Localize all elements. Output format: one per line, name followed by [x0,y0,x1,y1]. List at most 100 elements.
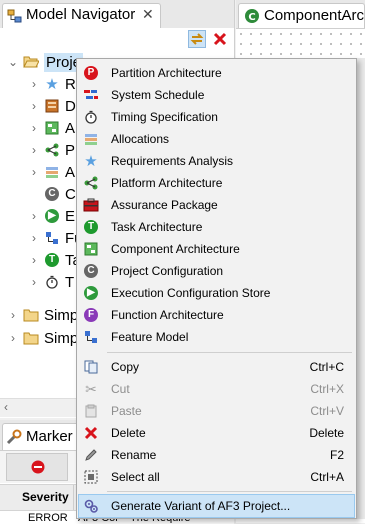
menu-item-project-configuration[interactable]: C Project Configuration [79,260,354,282]
component-icon [44,120,60,136]
menu-item-delete[interactable]: Delete Delete [79,422,354,444]
error-icon [31,460,45,477]
folder-icon [23,307,39,323]
select-all-icon [83,469,99,485]
folder-icon [23,330,39,346]
execution-icon: ▶ [44,208,60,224]
tree-item[interactable]: › P [28,139,75,161]
tree-item-label: R [65,75,76,93]
stopwatch-icon [44,274,60,290]
menu-item-cut[interactable]: ✂ Cut Ctrl+X [79,378,354,400]
menu-item-allocations[interactable]: Allocations [79,128,354,150]
tree-item-label: T [65,273,75,291]
tree-item[interactable]: › ★ R [28,73,76,95]
tree-item[interactable]: › A [28,161,75,183]
stopwatch-icon [83,109,99,125]
feature-icon [44,230,60,246]
scroll-left-arrow-icon[interactable]: ‹ [4,400,8,414]
menu-item-system-schedule[interactable]: System Schedule [79,84,354,106]
allocation-icon [44,164,60,180]
menu-separator [107,491,352,492]
task-icon: T [83,219,99,235]
sync-arrows-icon [190,33,204,45]
chevron-right-icon[interactable]: › [28,143,40,157]
task-icon: T [44,252,60,268]
tree-item[interactable]: C C [28,183,76,205]
data-dictionary-icon [44,98,60,114]
error-filter-button[interactable] [6,453,68,481]
red-x-icon [213,32,227,46]
chevron-right-icon[interactable]: › [28,99,40,113]
menu-item-function-architecture[interactable]: F Function Architecture [79,304,354,326]
menu-item-assurance-package[interactable]: Assurance Package [79,194,354,216]
paste-icon [83,403,99,419]
model-navigator-title: Model Navigator [26,6,136,23]
menu-item-task-architecture[interactable]: T Task Architecture [79,216,354,238]
column-severity[interactable]: Severity [22,490,69,504]
assurance-icon [83,197,99,213]
schedule-icon [83,87,99,103]
menu-item-timing-specification[interactable]: Timing Specification [79,106,354,128]
menu-item-partition-architecture[interactable]: P Partition Architecture [79,62,354,84]
tree-item[interactable]: › A [28,117,75,139]
menu-item-rename[interactable]: Rename F2 [79,444,354,466]
configuration-icon: C [44,186,60,202]
row-severity: ERROR [28,512,68,523]
tree-item-label: A [65,119,76,137]
open-folder-icon [23,54,39,70]
cut-icon: ✂ [85,380,97,397]
navigator-toolbar [0,28,234,50]
menu-item-select-all[interactable]: Select all Ctrl+A [79,466,354,488]
chevron-right-icon[interactable]: › [7,308,19,322]
chevron-right-icon[interactable]: › [28,253,40,267]
component-icon [83,241,99,257]
tree-item[interactable]: › D [28,95,76,117]
platform-icon [44,142,60,158]
collapse-all-button[interactable] [211,30,229,48]
menu-item-component-architecture[interactable]: Component Architecture [79,238,354,260]
menu-item-generate-variant[interactable]: Generate Variant of AF3 Project... [78,494,355,518]
partition-icon: P [83,65,99,81]
chevron-down-icon[interactable]: ⌄ [7,55,19,69]
chevron-right-icon[interactable]: › [28,165,40,179]
menu-item-requirements-analysis[interactable]: ★ Requirements Analysis [79,150,354,172]
tab-component-architecture[interactable]: C ComponentArch [238,3,365,28]
wrench-icon [6,429,22,448]
chevron-right-icon[interactable]: › [28,275,40,289]
menu-item-execution-configuration-store[interactable]: ▶ Execution Configuration Store [79,282,354,304]
link-with-editor-button[interactable] [188,30,206,48]
menu-item-copy[interactable]: Copy Ctrl+C [79,356,354,378]
menu-item-platform-architecture[interactable]: Platform Architecture [79,172,354,194]
tree-item-label: A [65,163,76,181]
tab-model-navigator[interactable]: Model Navigator ✕ [2,3,161,28]
tree-item-label: E [65,207,76,225]
menu-item-feature-model[interactable]: Feature Model [79,326,354,348]
editor-title: ComponentArch [264,7,364,24]
tree-item-label: C [65,185,76,203]
tree-item-folder[interactable]: › Simp [7,327,78,349]
tree-item[interactable]: › T Ta [28,249,81,271]
menu-item-paste[interactable]: Paste Ctrl+V [79,400,354,422]
tree-item[interactable]: › ▶ E [28,205,75,227]
close-icon[interactable]: ✕ [142,6,154,23]
star-icon: ★ [45,76,59,93]
tree-item-folder[interactable]: › Simp [7,304,78,326]
menu-separator [107,352,352,353]
copy-icon [83,359,99,375]
feature-icon [83,329,99,345]
allocation-icon [83,131,99,147]
chevron-right-icon[interactable]: › [28,121,40,135]
chevron-right-icon[interactable]: › [28,231,40,245]
tree-item[interactable]: › T [28,271,74,293]
delete-icon [83,425,99,441]
star-icon: ★ [84,153,98,170]
tree-item-label: Simp [44,306,79,324]
tree-item[interactable]: › Fu [28,227,83,249]
tree-item-project[interactable]: ⌄ Proje [7,51,84,73]
chevron-right-icon[interactable]: › [28,77,40,91]
generate-variant-icon [83,498,99,514]
chevron-right-icon[interactable]: › [7,331,19,345]
context-menu: P Partition Architecture System Schedule… [76,58,357,519]
chevron-right-icon[interactable]: › [28,209,40,223]
component-icon: C [244,8,260,27]
